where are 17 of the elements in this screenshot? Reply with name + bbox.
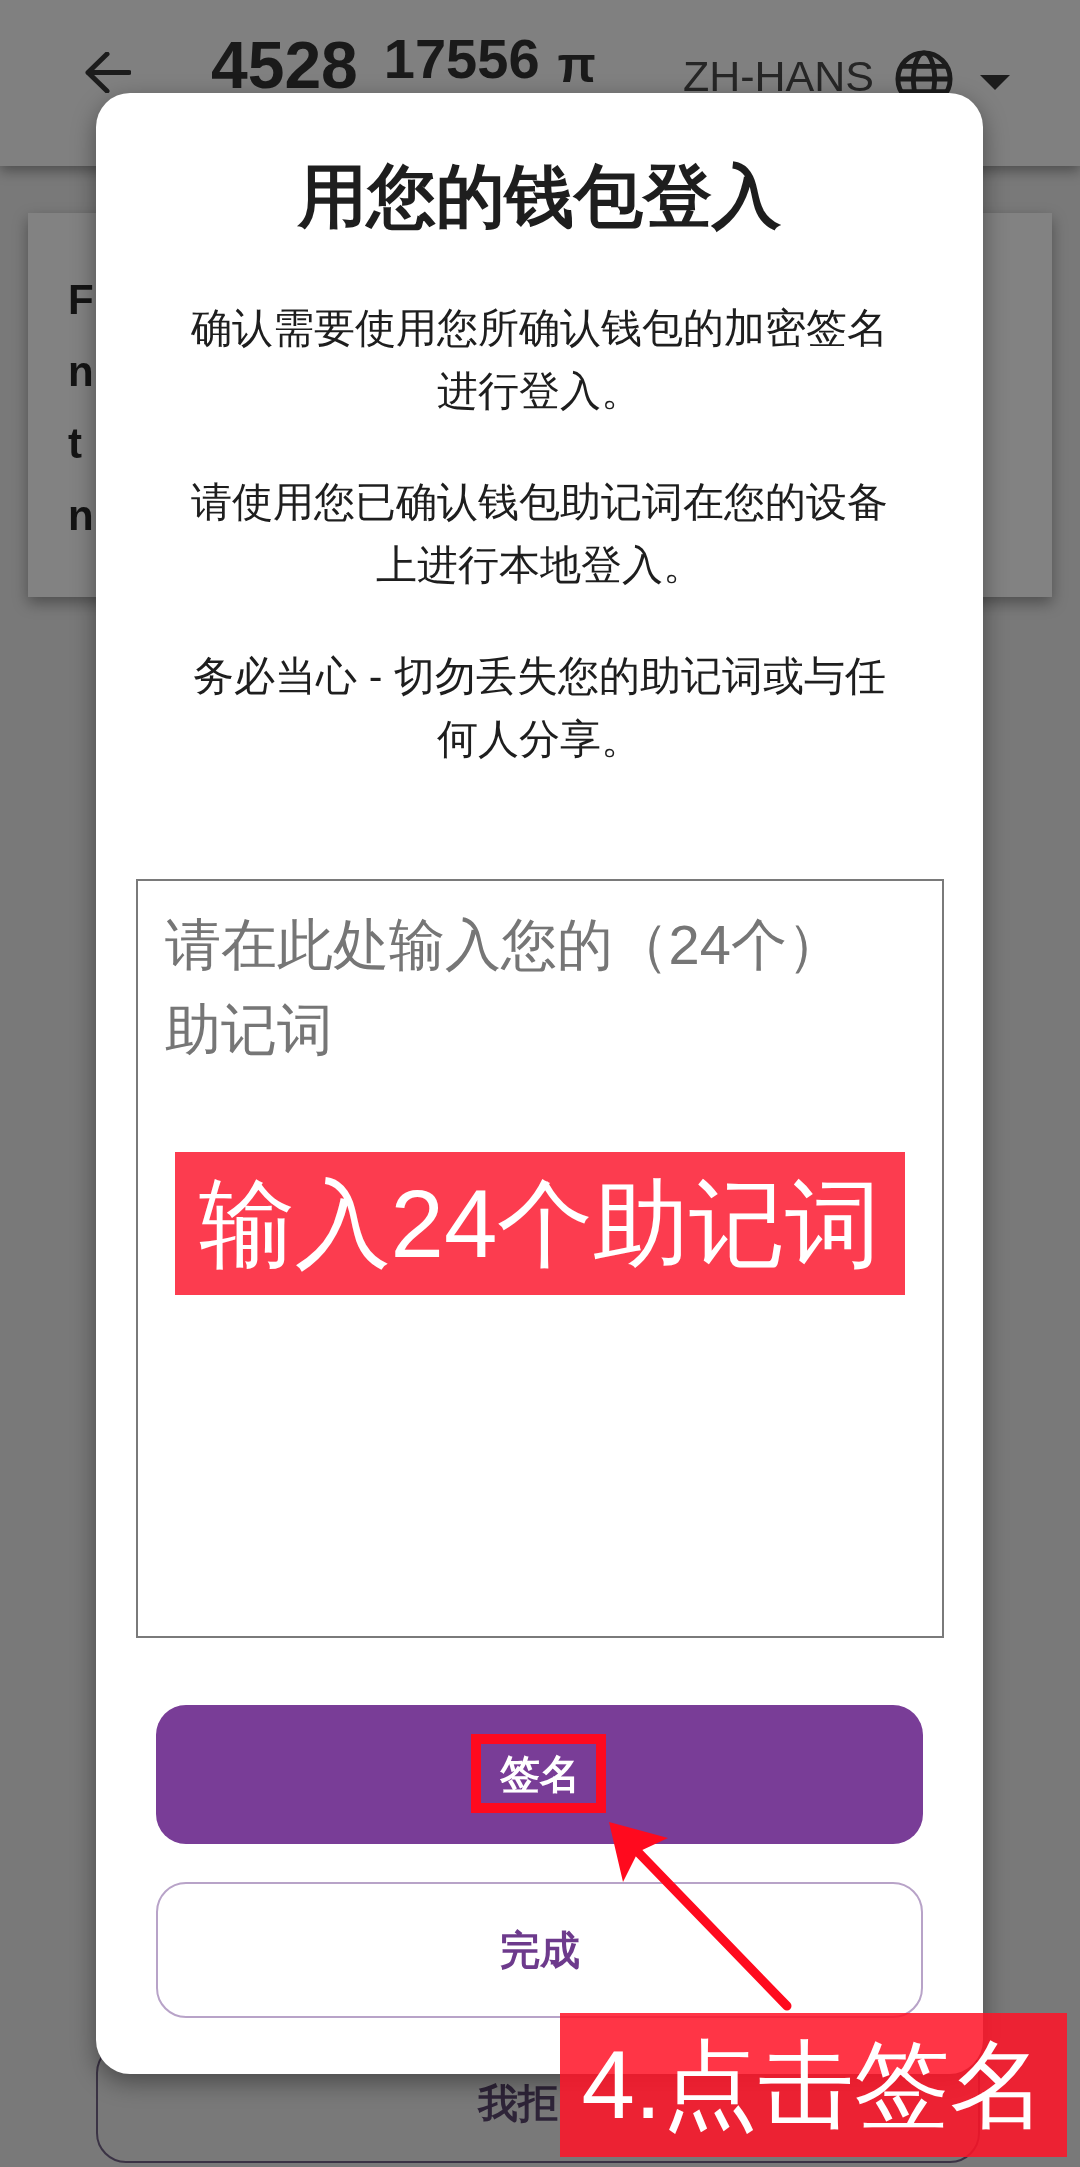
back-arrow-icon[interactable] [83, 52, 131, 93]
annotation-label: 输入24个助记词 [175, 1152, 905, 1295]
annotation-label: 4.点击签名 [560, 2013, 1067, 2157]
dialog-title: 用您的钱包登入 [298, 157, 781, 237]
done-button[interactable]: 完成 [156, 1882, 923, 2018]
currency-symbol: π [557, 40, 596, 90]
caret-icon [980, 75, 1010, 90]
card-text: t [68, 419, 82, 469]
balance-decimals: 17556 [383, 38, 540, 80]
sign-button[interactable]: 签名 [156, 1705, 923, 1844]
card-text: F [68, 275, 94, 325]
card-text: n [68, 491, 94, 541]
balance-integer: 4528 [211, 41, 358, 91]
instruction-text: 确认需要使用您所确认钱包的加密签名进行登入。 [190, 304, 889, 416]
instruction-text: 务必当心 - 切勿丢失您的助记词或与任何人分享。 [192, 652, 887, 764]
instruction-text: 请使用您已确认钱包助记词在您的设备上进行本地登入。 [190, 478, 889, 590]
card-text: n [68, 347, 94, 397]
